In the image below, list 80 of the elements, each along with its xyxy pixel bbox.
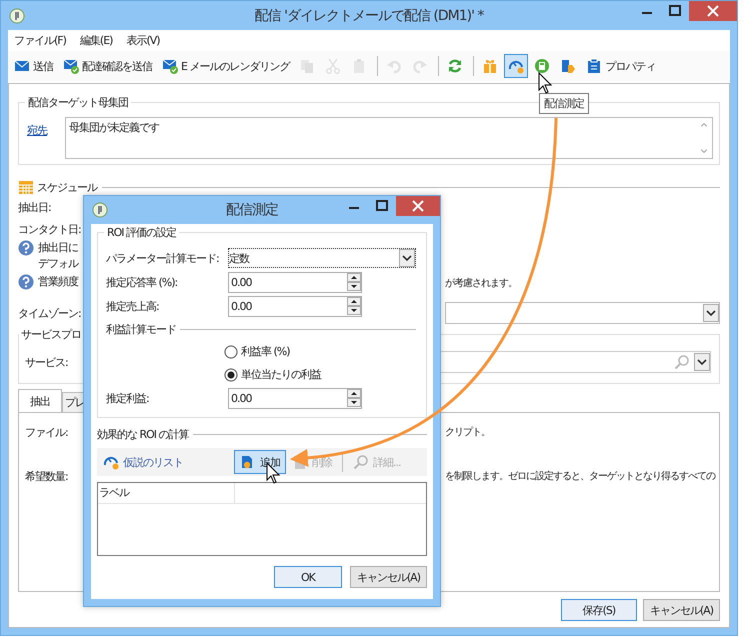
- radio-label[interactable]: 単位当たりの利益: [241, 367, 321, 382]
- help-text: が考慮されます。: [445, 276, 517, 290]
- search-icon: [353, 454, 369, 470]
- toolbar-button[interactable]: E メールのレンダリング: [158, 54, 294, 78]
- document-tag-icon: [560, 58, 576, 74]
- help-text: デフォル: [38, 256, 78, 272]
- redo-icon: [412, 58, 428, 74]
- menu-item[interactable]: 表示(V): [126, 33, 160, 48]
- gauge-icon: [508, 58, 524, 74]
- toolbar-button[interactable]: 仮説のリスト: [97, 450, 189, 474]
- help-text: 抽出日に: [38, 240, 78, 256]
- tab[interactable]: 抽出: [18, 389, 62, 412]
- section-title: 利益計算モード: [106, 322, 176, 336]
- dialog-button[interactable]: OK: [274, 566, 342, 588]
- field-value: 0.00: [231, 392, 252, 404]
- close-icon[interactable]: [396, 196, 440, 216]
- field-label: タイムゾーン:: [18, 306, 81, 320]
- mode-dropdown[interactable]: 定数: [228, 248, 416, 268]
- spinner-arrows-icon[interactable]: [347, 297, 361, 315]
- envelope-icon: [14, 58, 30, 74]
- window-title: 配信 'ダイレクトメールで配信 (DM1)' *: [254, 6, 485, 24]
- number-field[interactable]: 0.00: [228, 272, 362, 292]
- number-field[interactable]: 0.00: [228, 388, 362, 408]
- radio-button[interactable]: [224, 368, 238, 382]
- copy-icon: [299, 58, 316, 74]
- field-label: 推定売上高:: [106, 298, 159, 314]
- help-icon: [18, 240, 34, 256]
- field-value: 0.00: [231, 276, 252, 288]
- menu-item[interactable]: ファイル(F): [14, 33, 66, 48]
- dialog-button[interactable]: 保存(S): [560, 599, 637, 621]
- field-label: 推定応答率 (%):: [106, 274, 178, 290]
- help-text: 営業頻度: [38, 274, 78, 290]
- dialog-button[interactable]: キャンセル(A): [350, 566, 427, 588]
- group-title: サービスプロ: [19, 327, 83, 342]
- field-label: 抽出日:: [18, 200, 51, 214]
- app-icon: [9, 8, 25, 24]
- field-label: コンタクト日:: [18, 222, 81, 236]
- field-label: パラメーター計算モード:: [106, 250, 219, 266]
- text-area[interactable]: 母集団が未定義です: [65, 117, 713, 159]
- spinner-arrows-icon[interactable]: [347, 389, 361, 407]
- section-title: 効果的な ROI の計算: [97, 426, 189, 442]
- field-label: サービス:: [25, 354, 68, 370]
- radio-label[interactable]: 利益率 (%): [241, 344, 290, 359]
- service-field[interactable]: [438, 351, 711, 373]
- menu-item[interactable]: 編集(E): [80, 33, 112, 48]
- toolbar-button[interactable]: プロパティ: [582, 54, 660, 78]
- clipboard-icon: [586, 58, 602, 74]
- refresh-icon: [447, 58, 464, 74]
- description-text: クリプト。: [445, 426, 490, 439]
- spinner-arrows-icon[interactable]: [347, 273, 361, 291]
- undo-icon: [386, 58, 402, 74]
- envelope-check-icon: [63, 58, 79, 74]
- group-title: 配信ターゲット母集団: [25, 95, 131, 110]
- field-label: 推定利益:: [106, 390, 149, 406]
- field-value: 定数: [229, 250, 249, 266]
- field-value: 母集団が未定義です: [69, 120, 159, 136]
- close-icon[interactable]: [689, 1, 737, 21]
- section-title: スケジュール: [37, 180, 97, 194]
- calculator-icon: [534, 58, 550, 74]
- description-text: を制限します。ゼロに設定すると、ターゲットとなり得るすべての: [445, 470, 715, 483]
- toolbar-button[interactable]: 配達確認を送信: [59, 54, 156, 78]
- toolbar-button[interactable]: 送信: [10, 54, 57, 78]
- scissors-icon: [325, 58, 342, 74]
- tooltip: 配信測定: [539, 93, 589, 114]
- help-icon: [18, 274, 34, 290]
- gift-icon: [482, 58, 498, 74]
- gauge-icon: [103, 454, 119, 470]
- calendar-icon: [18, 179, 34, 195]
- recipient-link[interactable]: 宛先: [27, 123, 47, 138]
- group-title: ROI 評価の設定: [104, 225, 180, 240]
- field-value: 0.00: [231, 300, 252, 312]
- envelope-check-icon: [162, 58, 178, 74]
- dialog-title: 配信測定: [225, 201, 279, 219]
- dialog-button[interactable]: キャンセル(A): [642, 599, 720, 621]
- field-label: 希望数量:: [25, 468, 68, 484]
- column-header[interactable]: ラベル: [98, 483, 235, 503]
- app-icon: [92, 202, 108, 218]
- number-field[interactable]: 0.00: [228, 296, 362, 316]
- radio-button[interactable]: [224, 344, 238, 358]
- field-label: ファイル:: [25, 424, 68, 440]
